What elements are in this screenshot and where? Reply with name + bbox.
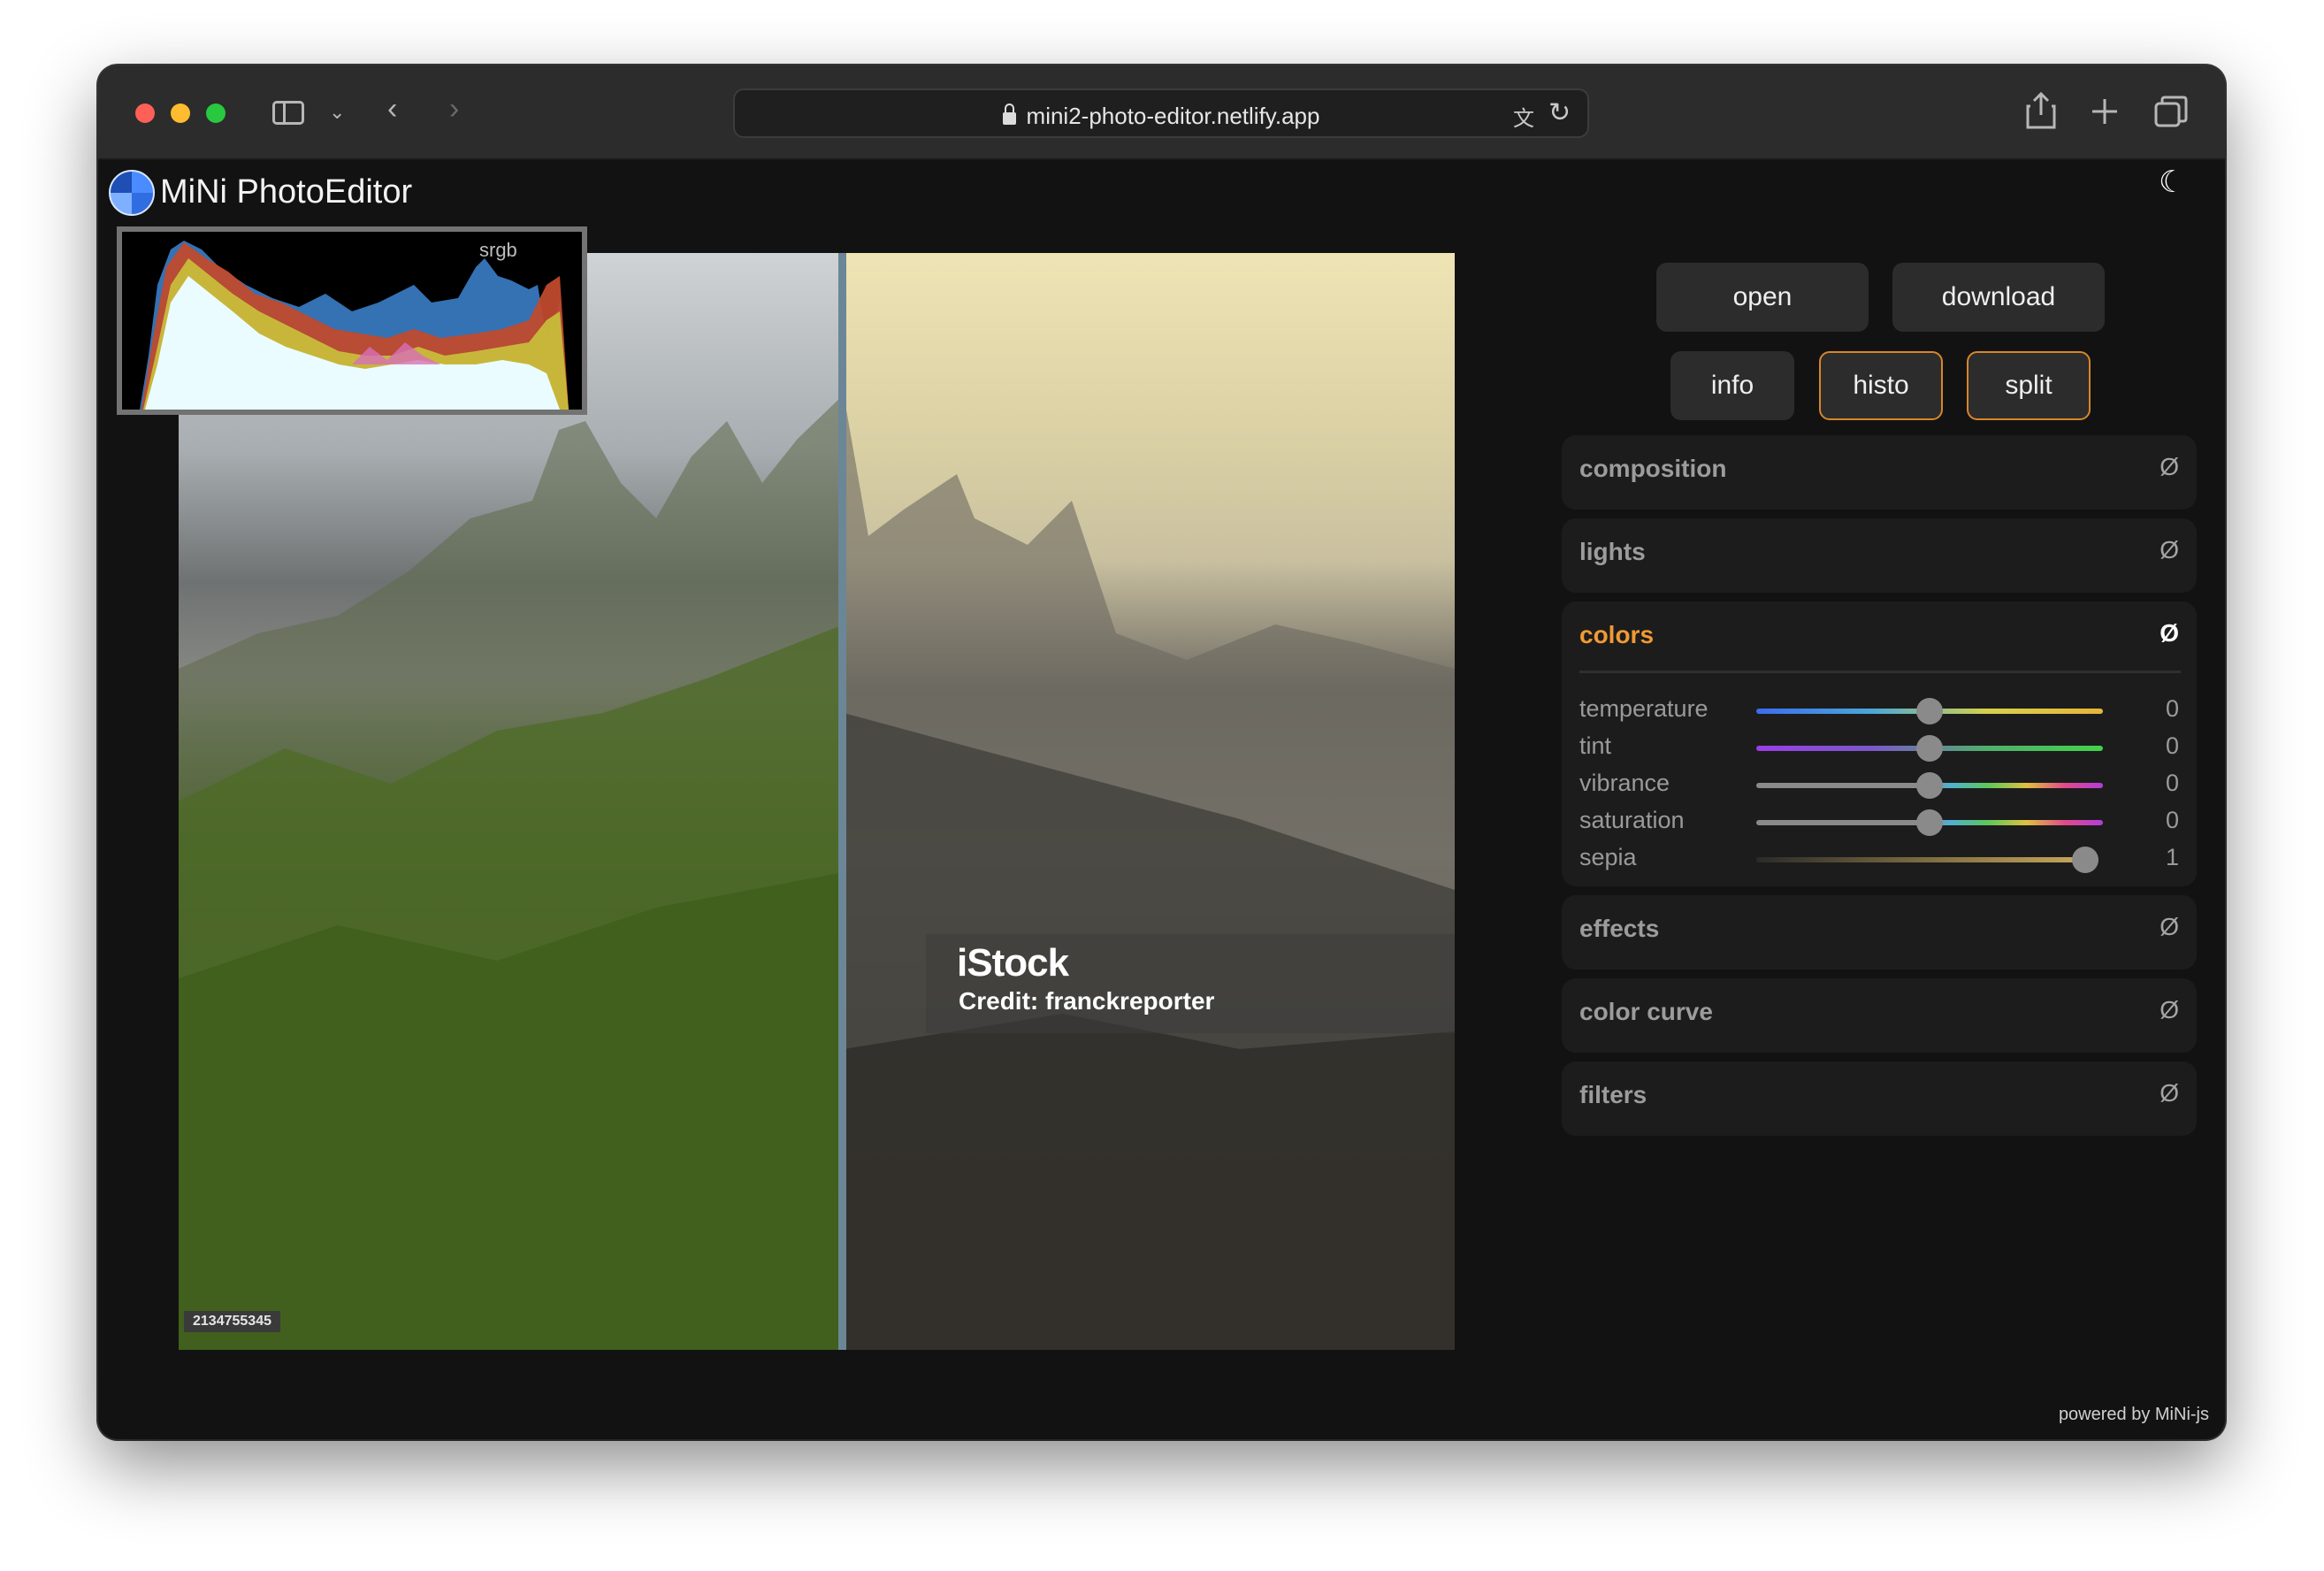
moon-icon[interactable]: ☾ (2159, 165, 2185, 200)
slider-value-temperature: 0 (2165, 695, 2179, 722)
reset-icon[interactable]: Ø (2160, 453, 2179, 481)
temperature-slider[interactable] (1756, 698, 2103, 724)
sidebar-icon[interactable] (272, 101, 304, 125)
vibrance-slider[interactable] (1756, 772, 2103, 799)
minimize-window-button[interactable] (171, 103, 190, 123)
download-button[interactable]: download (1892, 263, 2105, 332)
slider-label-tint: tint (1579, 732, 1612, 759)
panel-title[interactable]: color curve (1579, 998, 1713, 1026)
logo-icon (109, 170, 155, 216)
histo-toggle-button[interactable]: histo (1819, 351, 1943, 420)
plus-icon[interactable] (2091, 97, 2119, 126)
slider-value-sepia: 1 (2165, 844, 2179, 870)
url-display: mini2-photo-editor.netlify.app (735, 103, 1587, 130)
app-title: MiNi PhotoEditor (160, 173, 413, 211)
reset-icon[interactable]: Ø (2160, 913, 2179, 941)
address-bar[interactable]: mini2-photo-editor.netlify.app 文 ↻ (733, 88, 1589, 138)
reset-icon[interactable]: Ø (2160, 996, 2179, 1024)
image-id-label: 2134755345 (184, 1311, 280, 1332)
slider-thumb[interactable] (1916, 698, 1943, 724)
reset-icon[interactable]: Ø (2160, 536, 2179, 564)
saturation-slider[interactable] (1756, 809, 2103, 836)
share-icon[interactable] (2026, 92, 2056, 129)
slider-value-tint: 0 (2165, 732, 2179, 759)
back-icon[interactable]: ‹ (387, 94, 397, 124)
chevron-down-icon[interactable]: ⌄ (329, 97, 345, 127)
browser-titlebar: ⌄ ‹ › mini2-photo-editor.netlify.app 文 ↻ (98, 65, 2225, 160)
panel-color-curve[interactable]: color curve Ø (1562, 978, 2197, 1053)
slider-value-vibrance: 0 (2165, 770, 2179, 796)
split-divider-handle[interactable] (838, 253, 846, 1350)
slider-label-saturation: saturation (1579, 807, 1685, 833)
slider-label-vibrance: vibrance (1579, 770, 1670, 796)
reset-icon[interactable]: Ø (2160, 619, 2179, 648)
browser-window: ⌄ ‹ › mini2-photo-editor.netlify.app 文 ↻… (98, 65, 2225, 1439)
reset-icon[interactable]: Ø (2160, 1079, 2179, 1107)
photo-canvas[interactable]: iStock Credit: franckreporter 2134755345 (179, 253, 1455, 1350)
histogram-panel: srgb (117, 226, 587, 415)
slider-thumb[interactable] (2072, 847, 2098, 873)
panel-title[interactable]: filters (1579, 1081, 1647, 1109)
panel-title[interactable]: effects (1579, 915, 1659, 943)
tabs-icon[interactable] (2154, 96, 2188, 127)
panel-title[interactable]: composition (1579, 455, 1726, 483)
sepia-slider[interactable] (1756, 847, 2098, 873)
watermark-credit: Credit: franckreporter (959, 987, 1215, 1015)
info-button[interactable]: info (1670, 351, 1794, 420)
url-text: mini2-photo-editor.netlify.app (1026, 103, 1320, 129)
mountain-scene (179, 395, 1455, 1350)
powered-by-footer: powered by MiNi-js (2058, 1405, 2209, 1424)
panel-effects[interactable]: effects Ø (1562, 895, 2197, 969)
translate-icon[interactable]: 文 (1513, 101, 1534, 132)
slider-value-saturation: 0 (2165, 807, 2179, 833)
histogram-colorspace-label: srgb (479, 239, 517, 261)
tint-slider[interactable] (1756, 735, 2103, 762)
panel-composition[interactable]: composition Ø (1562, 435, 2197, 510)
panel-divider (1579, 671, 2181, 673)
slider-thumb[interactable] (1916, 772, 1943, 799)
slider-label-temperature: temperature (1579, 695, 1709, 722)
watermark-brand: iStock (957, 941, 1069, 985)
close-window-button[interactable] (135, 103, 155, 123)
panel-title[interactable]: lights (1579, 538, 1646, 566)
panel-filters[interactable]: filters Ø (1562, 1061, 2197, 1136)
slider-thumb[interactable] (1916, 809, 1943, 836)
open-button[interactable]: open (1656, 263, 1869, 332)
slider-thumb[interactable] (1916, 735, 1943, 762)
panel-title[interactable]: colors (1579, 621, 1654, 649)
slider-label-sepia: sepia (1579, 844, 1637, 870)
lock-icon (1002, 103, 1016, 125)
panel-lights[interactable]: lights Ø (1562, 518, 2197, 593)
forward-icon[interactable]: › (449, 94, 459, 124)
panel-colors[interactable]: colors Ø temperature 0 tint 0 vibrance 0… (1562, 602, 2197, 886)
split-toggle-button[interactable]: split (1967, 351, 2091, 420)
reload-icon[interactable]: ↻ (1548, 97, 1571, 128)
zoom-window-button[interactable] (206, 103, 226, 123)
